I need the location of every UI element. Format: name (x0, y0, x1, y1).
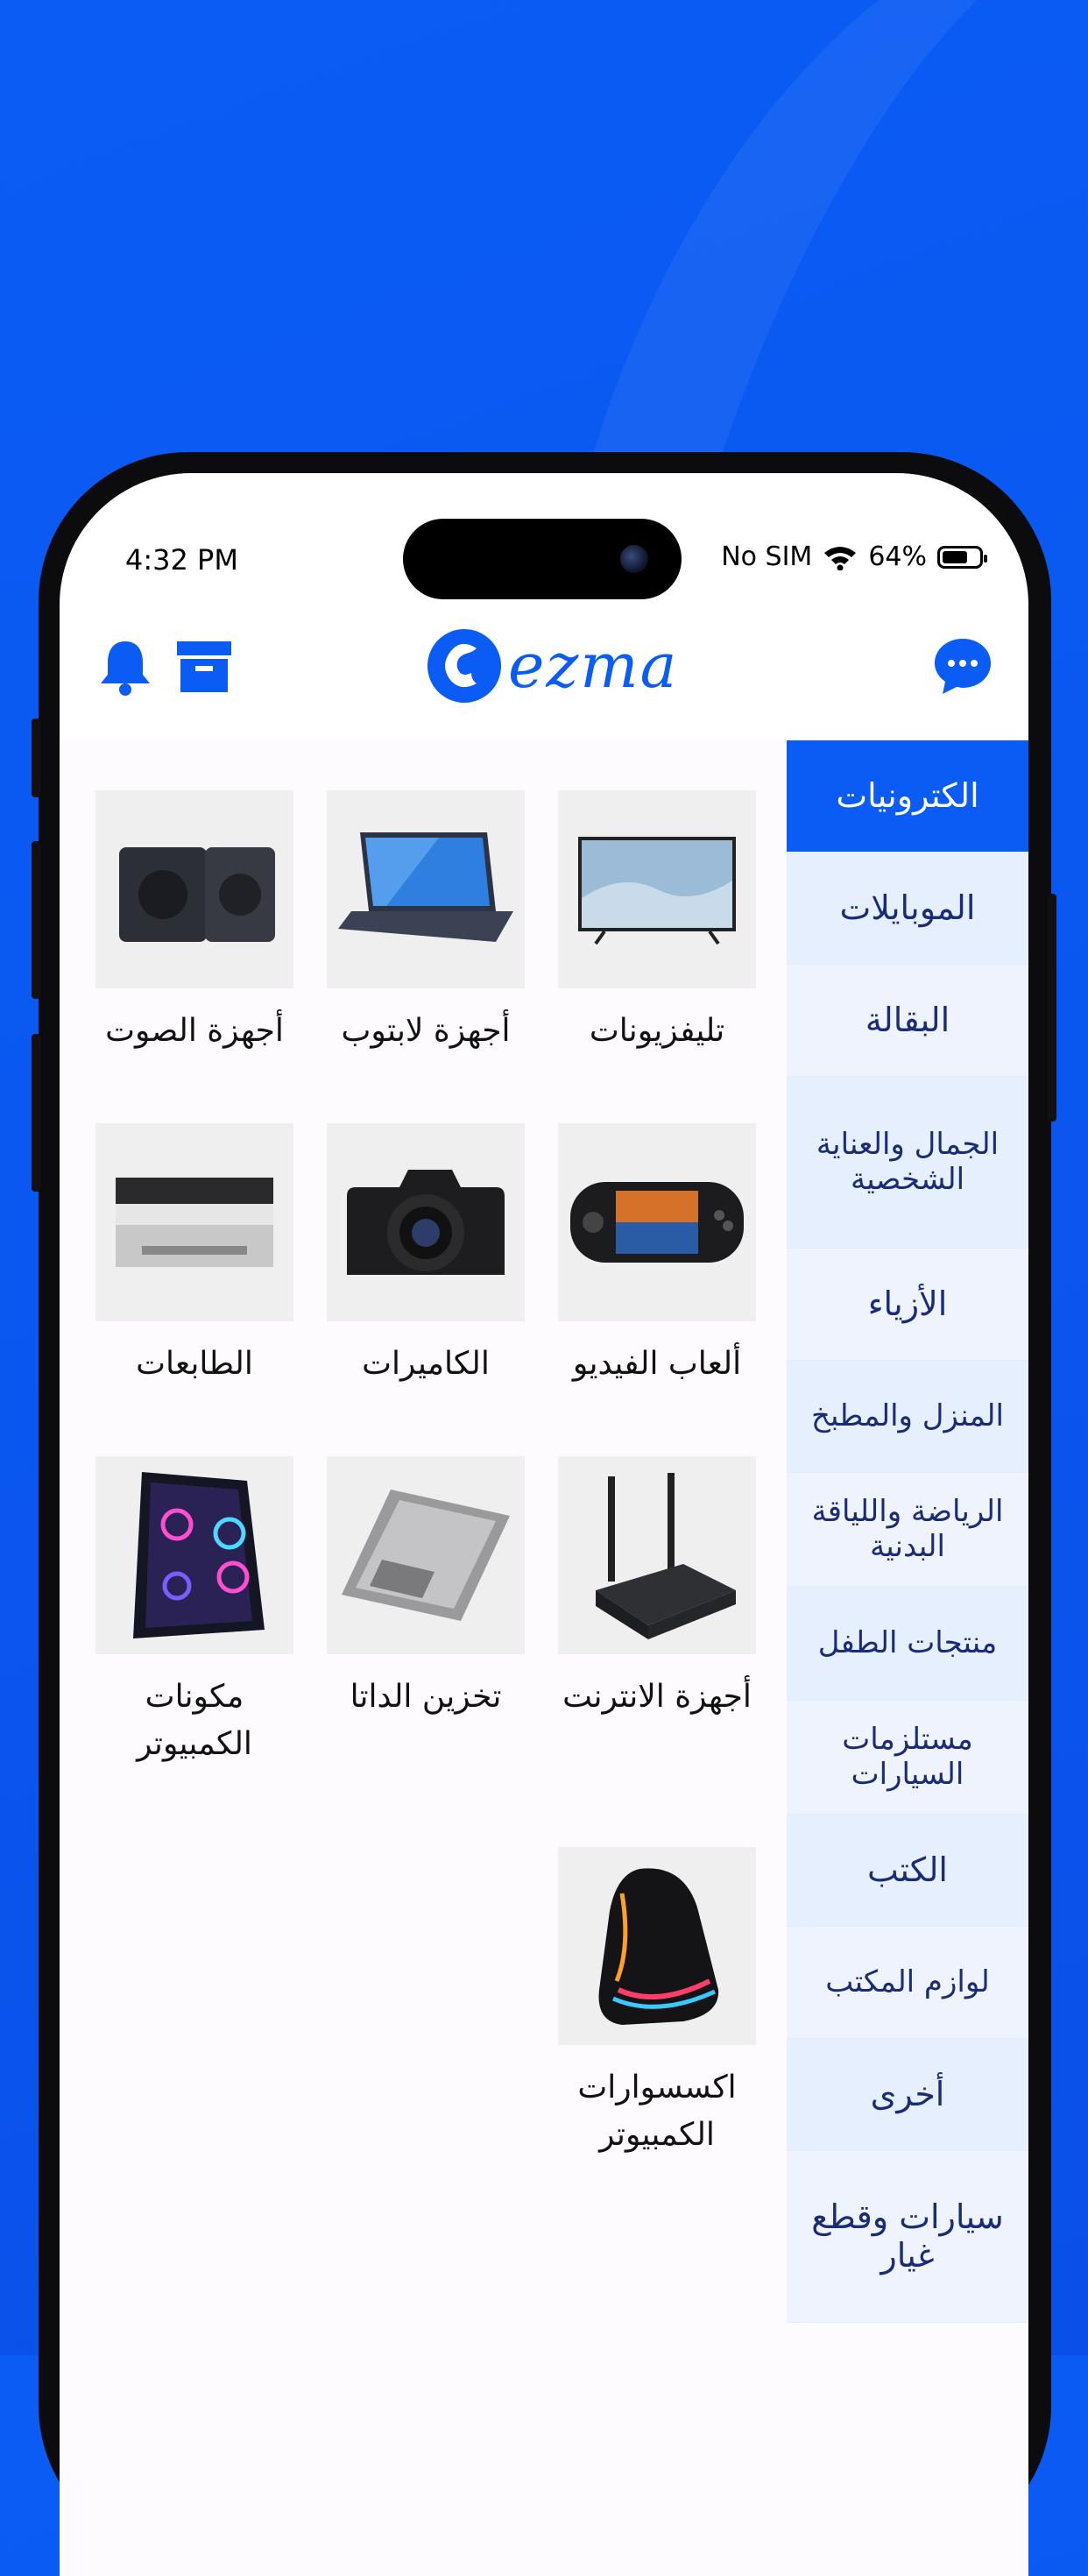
sidebar-item-electronics[interactable]: الكترونيات (787, 740, 1028, 853)
router-image (558, 1456, 756, 1654)
app-logo[interactable]: ezma (426, 627, 678, 704)
category-tile-storage[interactable]: تخزين الداتا (321, 1456, 531, 1721)
chat-icon[interactable] (932, 636, 993, 701)
mouse-image (558, 1847, 756, 2045)
category-label: تليفزيونات (589, 1013, 725, 1049)
category-tile-pc-components[interactable]: مكونات الكمبيوتر (89, 1456, 300, 1768)
phone-action-button (32, 718, 40, 797)
sidebar-item-cars-parts[interactable]: سيارات وقطع غيار (787, 2151, 1028, 2323)
bell-icon[interactable] (98, 638, 152, 701)
sidebar-item-fashion[interactable]: الأزياء (787, 1249, 1028, 1361)
category-sidebar: الكترونيات الموبايلات البقالة الجمال وال… (787, 740, 1028, 2323)
sidebar-item-automotive[interactable]: مستلزمات السيارات (787, 1701, 1028, 1815)
sidebar-item-mobiles[interactable]: الموبايلات (787, 853, 1028, 965)
camera-image (327, 1123, 525, 1321)
pc-case-image (95, 1456, 293, 1654)
category-tile-network[interactable]: أجهزة الانترنت (552, 1456, 762, 1721)
sidebar-item-sports[interactable]: الرياضة واللياقة البدنية (787, 1473, 1028, 1587)
sidebar-item-other[interactable]: أخرى (787, 2039, 1028, 2151)
app-screen: 4:32 PM No SIM 64% ezma الكترونيات الموب… (60, 473, 1028, 2576)
category-label: تخزين الداتا (350, 1679, 502, 1715)
content-area: الكترونيات الموبايلات البقالة الجمال وال… (60, 740, 1028, 2576)
phone-volume-up (32, 841, 40, 999)
battery-percent: 64% (868, 541, 927, 572)
category-label: الطابعات (136, 1346, 253, 1382)
category-label: أجهزة لابتوب (341, 1013, 511, 1049)
category-label: أجهزة الصوت (105, 1013, 284, 1049)
sidebar-item-books[interactable]: الكتب (787, 1815, 1028, 1927)
phone-volume-down (32, 1034, 40, 1192)
category-label: اكسسوارات الكمبيوتر (577, 2070, 737, 2153)
hard-drive-image (327, 1456, 525, 1654)
category-tile-printers[interactable]: الطابعات (89, 1123, 300, 1388)
archive-box-icon[interactable] (175, 640, 233, 697)
category-tile-laptops[interactable]: أجهزة لابتوب (321, 790, 531, 1055)
dynamic-island (403, 519, 682, 599)
category-label: أجهزة الانترنت (562, 1679, 752, 1715)
sidebar-item-grocery[interactable]: البقالة (787, 965, 1028, 1077)
carrier-label: No SIM (721, 541, 813, 572)
front-camera (620, 545, 648, 573)
app-header: ezma (60, 613, 1028, 723)
category-tile-cameras[interactable]: الكاميرات (321, 1123, 531, 1388)
sidebar-item-office[interactable]: لوازم المكتب (787, 1927, 1028, 2039)
category-tile-audio[interactable]: أجهزة الصوت (89, 790, 300, 1055)
printer-image (95, 1123, 293, 1321)
laptop-image (327, 790, 525, 988)
status-time: 4:32 PM (125, 543, 238, 577)
category-tile-tv[interactable]: تليفزيونات (552, 790, 762, 1055)
status-indicators: No SIM 64% (721, 541, 987, 572)
sidebar-item-beauty[interactable]: الجمال والعناية الشخصية (787, 1077, 1028, 1249)
category-label: الكاميرات (362, 1346, 490, 1382)
phone-power-button (1048, 894, 1056, 1122)
category-tile-pc-accessories[interactable]: اكسسوارات الكمبيوتر (552, 1847, 762, 2159)
speakers-image (95, 790, 293, 988)
logo-mark-icon (427, 629, 501, 703)
sidebar-item-baby[interactable]: منتجات الطفل (787, 1587, 1028, 1701)
tv-image (558, 790, 756, 988)
wifi-icon (824, 546, 857, 570)
sidebar-item-home-kitchen[interactable]: المنزل والمطبخ (787, 1361, 1028, 1473)
logo-text: ezma (508, 630, 679, 702)
handheld-console-image (558, 1123, 756, 1321)
category-tile-video-games[interactable]: ألعاب الفيديو (552, 1123, 762, 1388)
category-label: ألعاب الفيديو (572, 1346, 742, 1382)
battery-icon (937, 545, 987, 569)
category-label: مكونات الكمبيوتر (137, 1679, 252, 1762)
